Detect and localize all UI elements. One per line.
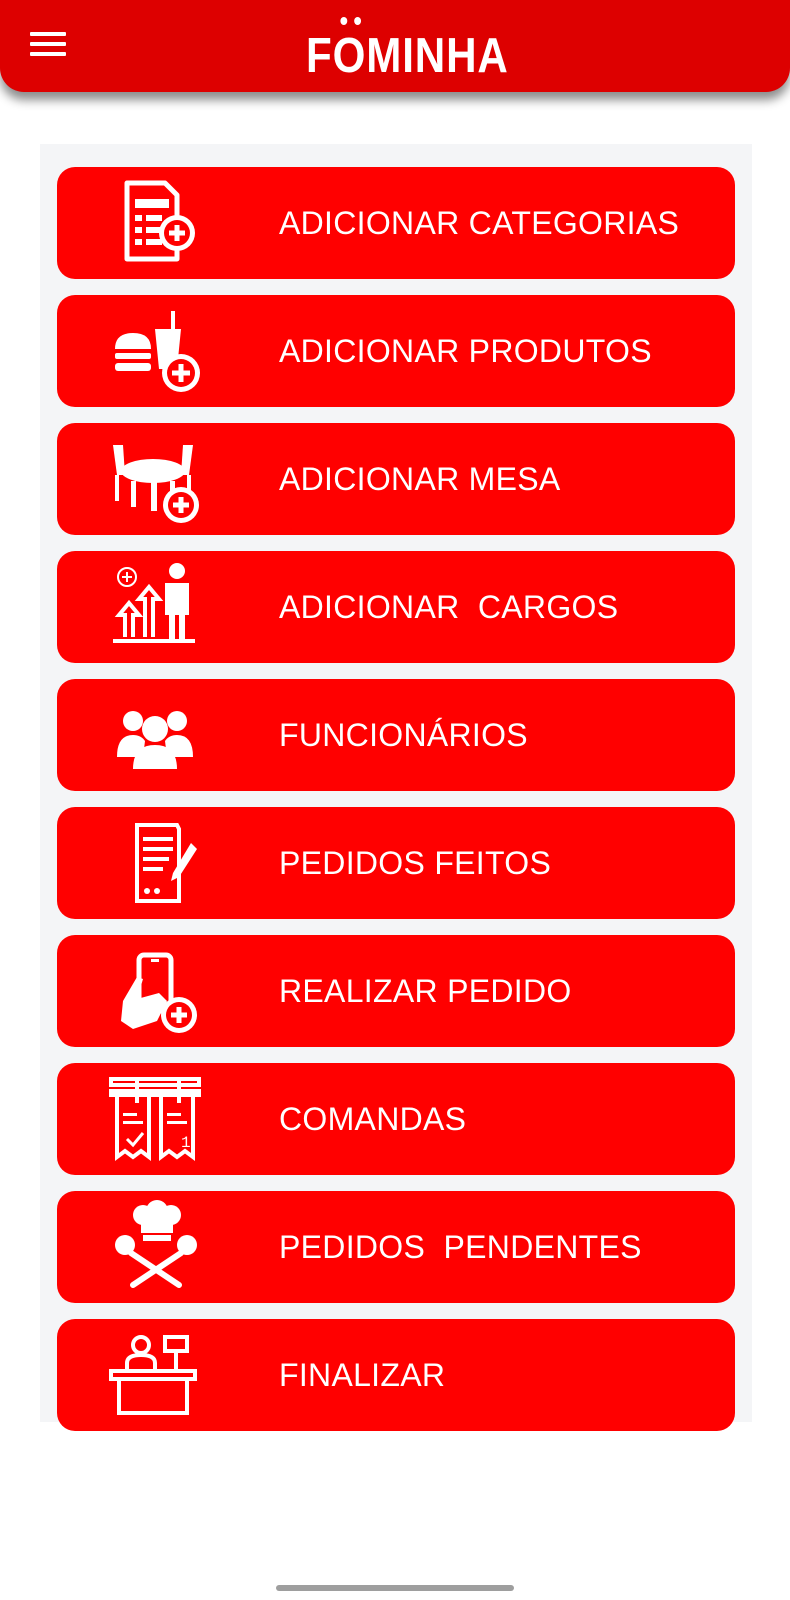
menu-item-label: FINALIZAR [279, 1357, 446, 1393]
menu-item-label: FUNCIONÁRIOS [279, 717, 528, 753]
menu-item-employees[interactable]: FUNCIONÁRIOS [57, 679, 735, 791]
menu-item-add-categories[interactable]: ADICIONAR CATEGORIAS [57, 167, 735, 279]
home-indicator[interactable] [276, 1585, 514, 1591]
add-role-icon [113, 563, 195, 643]
menu-item-add-roles[interactable]: ADICIONAR CARGOS [57, 551, 735, 663]
hamburger-menu-icon[interactable] [30, 32, 66, 60]
menu-item-tabs[interactable]: 1 COMANDAS [57, 1063, 735, 1175]
pending-orders-icon [115, 1200, 197, 1288]
place-order-icon [121, 952, 197, 1033]
brand-suffix: MINHA [366, 29, 509, 83]
menu-item-label: ADICIONAR PRODUTOS [279, 333, 652, 369]
menu-item-label: COMANDAS [279, 1101, 467, 1137]
menu-item-add-table[interactable]: ADICIONAR MESA [57, 423, 735, 535]
brand-prefix: F [306, 29, 333, 83]
menu-item-place-order[interactable]: REALIZAR PEDIDO [57, 935, 735, 1047]
menu-item-label: ADICIONAR CATEGORIAS [279, 205, 680, 241]
menu-item-orders-done[interactable]: PEDIDOS FEITOS [57, 807, 735, 919]
menu-item-label: PEDIDOS FEITOS [279, 845, 552, 881]
orders-done-icon [135, 823, 197, 903]
menu-item-label: PEDIDOS PENDENTES [279, 1229, 642, 1265]
employees-icon [117, 711, 193, 769]
brand-umlaut-letter: O [333, 17, 367, 88]
add-product-icon [115, 311, 200, 392]
menu-item-pending-orders[interactable]: PEDIDOS PENDENTES [57, 1191, 735, 1303]
menu-item-label: ADICIONAR MESA [279, 461, 561, 497]
svg-text:1: 1 [181, 1134, 191, 1152]
menu-item-add-products[interactable]: ADICIONAR PRODUTOS [57, 295, 735, 407]
add-table-icon [113, 445, 199, 523]
checkout-icon [109, 1335, 197, 1415]
menu-item-checkout[interactable]: FINALIZAR [57, 1319, 735, 1431]
menu-item-label: REALIZAR PEDIDO [279, 973, 572, 1009]
tabs-icon: 1 [109, 1077, 201, 1161]
menu-item-label: ADICIONAR CARGOS [279, 589, 619, 625]
app-logo: FOMINHA [306, 17, 509, 88]
add-category-icon [124, 180, 195, 262]
app-bar: FOMINHA [0, 0, 790, 92]
